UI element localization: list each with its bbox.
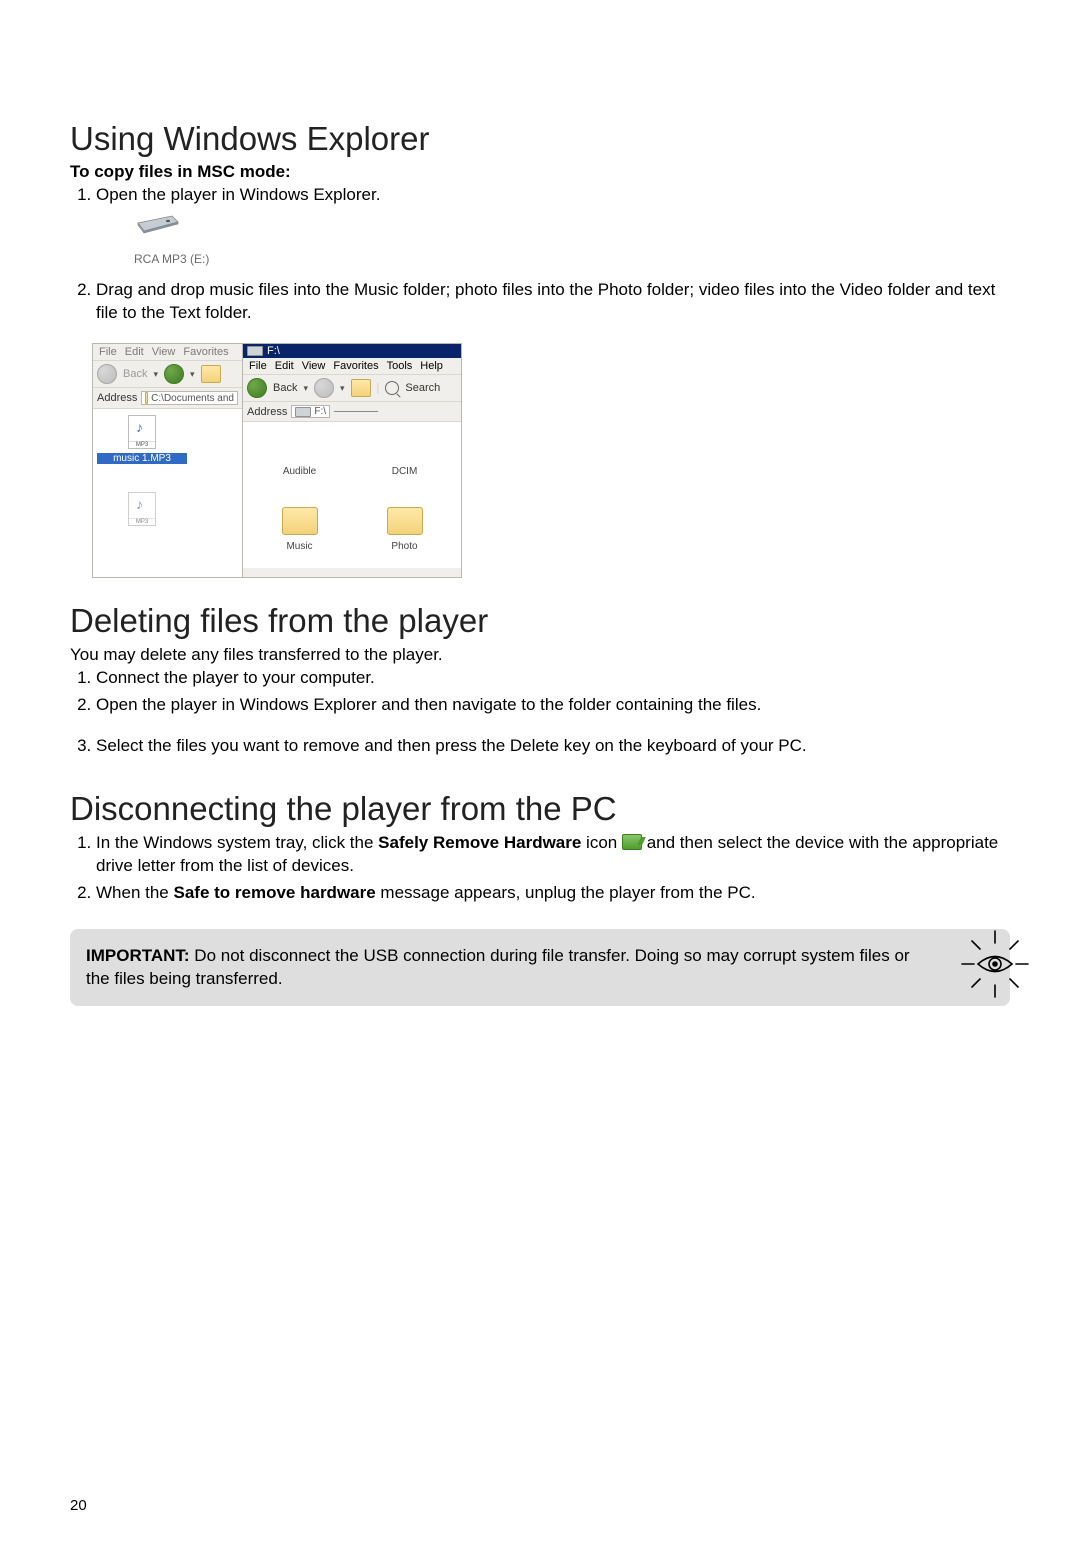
deleting-intro: You may delete any files transferred to … (70, 644, 1010, 667)
attention-eye-icon (958, 927, 1032, 1001)
back-dropdown-icon[interactable]: ▾ (153, 369, 158, 380)
menu-tools[interactable]: Tools (387, 360, 413, 372)
step-2-text: Drag and drop music files into the Music… (96, 280, 995, 322)
address-bar-left: Address C:\Documents and (93, 388, 242, 409)
folder-pane-right: Audible DCIM Music Photo (243, 422, 461, 568)
menu-edit[interactable]: Edit (275, 360, 294, 372)
drive-icon-block: RCA MP3 (E:) (134, 213, 1010, 267)
menu-file[interactable]: File (99, 346, 117, 358)
file-pane-left: music 1.MP3 (93, 409, 242, 577)
folder-icon (145, 392, 148, 404)
file-name-1: music 1.MP3 (97, 453, 187, 464)
steps-copy-files: Open the player in Windows Explorer. RCA… (70, 184, 1010, 325)
disc-2a: When the (96, 883, 174, 902)
address-label-left: Address (97, 392, 137, 404)
disc-2c: message appears, unplug the player from … (376, 883, 756, 902)
back-button-icon[interactable] (247, 378, 267, 398)
drive-label: RCA MP3 (E:) (134, 251, 1010, 267)
step-2: Drag and drop music files into the Music… (96, 279, 1010, 325)
folder-name-music: Music (286, 541, 312, 552)
address-bar-right: Address F:\ (243, 402, 461, 422)
disc-1a: In the Windows system tray, click the (96, 833, 378, 852)
forward-button-icon[interactable] (164, 364, 184, 384)
address-label-right: Address (247, 406, 287, 418)
folder-name-dcim: DCIM (392, 466, 418, 477)
disc-1b: Safely Remove Hardware (378, 833, 581, 852)
important-label: IMPORTANT: (86, 946, 190, 965)
disc-step-1: In the Windows system tray, click the Sa… (96, 832, 1010, 878)
delete-step-2: Open the player in Windows Explorer and … (96, 694, 1010, 717)
folder-name-photo: Photo (391, 541, 417, 552)
forward-button-icon[interactable] (314, 378, 334, 398)
steps-delete: Connect the player to your computer. Ope… (70, 667, 1010, 758)
drive-icon (247, 346, 263, 356)
folder-audible[interactable]: Audible (247, 434, 352, 477)
back-dropdown-icon[interactable]: ▾ (303, 383, 308, 394)
steps-disconnect: In the Windows system tray, click the Sa… (70, 832, 1010, 905)
page-content: Using Windows Explorer To copy files in … (0, 0, 1080, 1554)
folder-up-icon[interactable] (201, 365, 221, 383)
explorer-window-target: F:\ File Edit View Favorites Tools Help … (242, 343, 462, 578)
address-box-left[interactable]: C:\Documents and (141, 391, 238, 405)
menu-edit[interactable]: Edit (125, 346, 144, 358)
folder-dcim[interactable]: DCIM (352, 434, 457, 477)
delete-step-3: Select the files you want to remove and … (96, 735, 1010, 758)
folder-icon (387, 507, 423, 535)
disc-2b: Safe to remove hardware (174, 883, 376, 902)
important-text: Do not disconnect the USB connection dur… (86, 946, 910, 988)
address-box-right[interactable]: F:\ (291, 405, 330, 418)
disc-step-2: When the Safe to remove hardware message… (96, 882, 1010, 905)
titlebar-right: F:\ (243, 344, 461, 358)
menu-favorites[interactable]: Favorites (333, 360, 378, 372)
menu-view[interactable]: View (152, 346, 176, 358)
search-icon[interactable] (385, 381, 399, 395)
address-text-left: C:\Documents and (151, 393, 234, 404)
fwd-dropdown-icon[interactable]: ▾ (190, 369, 195, 380)
menu-view[interactable]: View (302, 360, 326, 372)
mp3-file-icon (128, 415, 156, 449)
heading-disconnecting: Disconnecting the player from the PC (70, 790, 1010, 828)
disc-1c: icon (581, 833, 622, 852)
file-item-mp3-1[interactable]: music 1.MP3 (97, 415, 187, 464)
address-blank (334, 411, 378, 412)
menubar-right: File Edit View Favorites Tools Help (243, 358, 461, 375)
back-label[interactable]: Back (273, 382, 297, 394)
menubar-left: File Edit View Favorites (93, 344, 242, 361)
menu-favorites[interactable]: Favorites (183, 346, 228, 358)
explorer-window-source: File Edit View Favorites Back ▾ ▾ Addres… (92, 343, 242, 578)
drive-icon (295, 407, 311, 417)
address-text-right: F:\ (314, 406, 326, 417)
search-label[interactable]: Search (405, 382, 440, 394)
heading-deleting-files: Deleting files from the player (70, 602, 1010, 640)
delete-step-1: Connect the player to your computer. (96, 667, 1010, 690)
explorer-screenshot: File Edit View Favorites Back ▾ ▾ Addres… (92, 343, 1010, 578)
safely-remove-hardware-icon (622, 834, 642, 850)
step-1: Open the player in Windows Explorer. RCA… (96, 184, 1010, 267)
back-label[interactable]: Back (123, 368, 147, 380)
back-button-icon[interactable] (97, 364, 117, 384)
folder-music[interactable]: Music (247, 507, 352, 552)
folder-icon (282, 507, 318, 535)
window-title: F:\ (267, 345, 280, 357)
removable-drive-icon (134, 213, 1010, 235)
fwd-dropdown-icon[interactable]: ▾ (340, 383, 345, 394)
folder-up-icon[interactable] (351, 379, 371, 397)
toolbar-right: Back ▾ ▾ | Search (243, 375, 461, 402)
menu-help[interactable]: Help (420, 360, 443, 372)
menu-file[interactable]: File (249, 360, 267, 372)
important-note: IMPORTANT: Do not disconnect the USB con… (70, 929, 1010, 1007)
subheading-msc-mode: To copy files in MSC mode: (70, 162, 1010, 182)
folder-name-audible: Audible (283, 466, 316, 477)
mp3-file-icon (128, 492, 156, 526)
page-number: 20 (70, 1497, 87, 1514)
folder-photo[interactable]: Photo (352, 507, 457, 552)
heading-using-windows-explorer: Using Windows Explorer (70, 120, 1010, 158)
file-item-mp3-drag[interactable] (97, 492, 187, 526)
toolbar-left: Back ▾ ▾ (93, 361, 242, 388)
step-1-text: Open the player in Windows Explorer. (96, 185, 380, 204)
